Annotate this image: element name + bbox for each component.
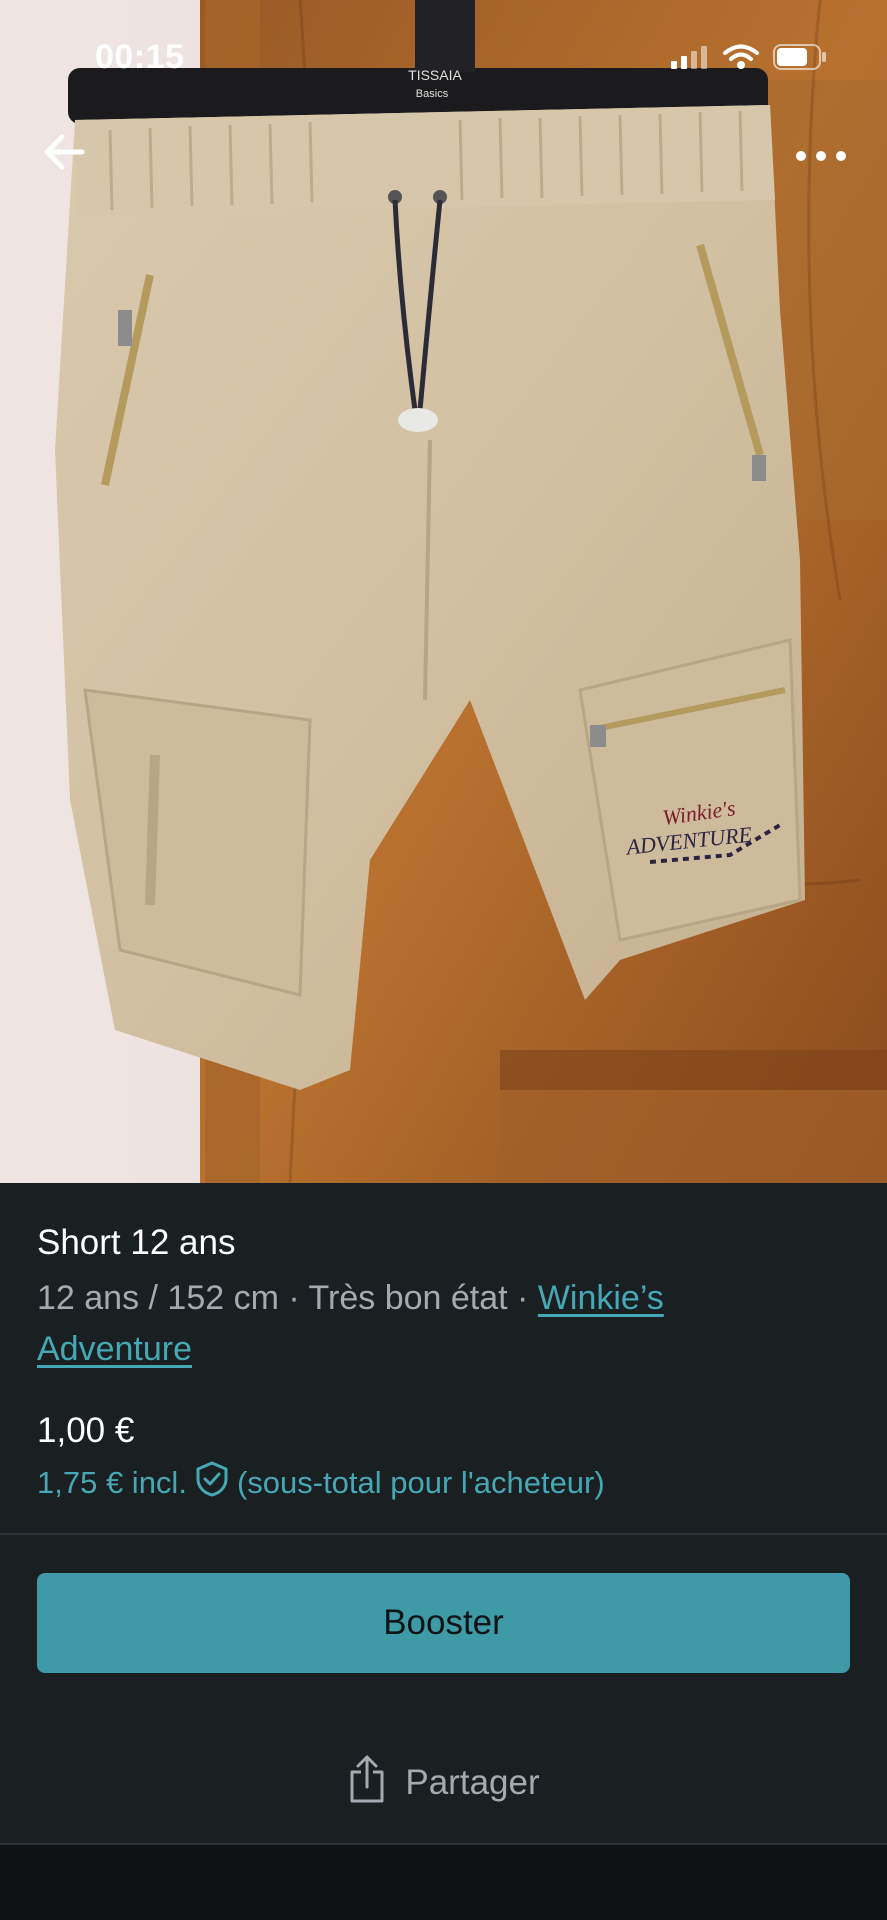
item-subtitle: 12 ans / 152 cm · Très bon état · Winkie… xyxy=(37,1273,797,1375)
wifi-icon xyxy=(723,44,759,75)
shorts-photo-image: TISSAIA Basics Winkie's ADVENTURE xyxy=(0,0,887,1183)
item-size: 12 ans / 152 cm xyxy=(37,1279,279,1317)
item-price: 1,00 € xyxy=(37,1411,135,1450)
item-condition: Très bon état xyxy=(308,1279,508,1317)
item-details: Short 12 ans 12 ans / 152 cm · Très bon … xyxy=(0,1183,887,1920)
status-bar: 00:15 xyxy=(0,0,887,120)
signal-icon xyxy=(669,45,709,74)
share-label: Partager xyxy=(405,1763,540,1802)
separator: · xyxy=(507,1279,538,1317)
more-dots-icon xyxy=(791,151,851,178)
shield-check-icon xyxy=(195,1461,229,1505)
bottom-bar xyxy=(0,1845,887,1920)
buyer-total-note: (sous-total pour l'acheteur) xyxy=(236,1465,605,1500)
boost-button[interactable]: Booster xyxy=(37,1573,850,1673)
status-icons xyxy=(669,44,827,75)
share-button[interactable]: Partager xyxy=(0,1753,887,1813)
product-photo[interactable]: TISSAIA Basics Winkie's ADVENTURE 00:15 xyxy=(0,0,887,1183)
buyer-total[interactable]: 1,75 € incl. (sous-total pour l'acheteur… xyxy=(37,1461,605,1505)
back-button[interactable] xyxy=(36,128,92,176)
share-icon xyxy=(347,1754,387,1813)
item-title: Short 12 ans xyxy=(37,1223,236,1262)
buyer-total-amount: 1,75 € incl. xyxy=(37,1465,187,1500)
more-options-button[interactable] xyxy=(791,138,851,174)
back-arrow-icon xyxy=(36,134,92,180)
separator: · xyxy=(278,1279,309,1317)
divider xyxy=(0,1533,887,1535)
battery-icon xyxy=(773,44,827,75)
status-time: 00:15 xyxy=(95,38,185,76)
